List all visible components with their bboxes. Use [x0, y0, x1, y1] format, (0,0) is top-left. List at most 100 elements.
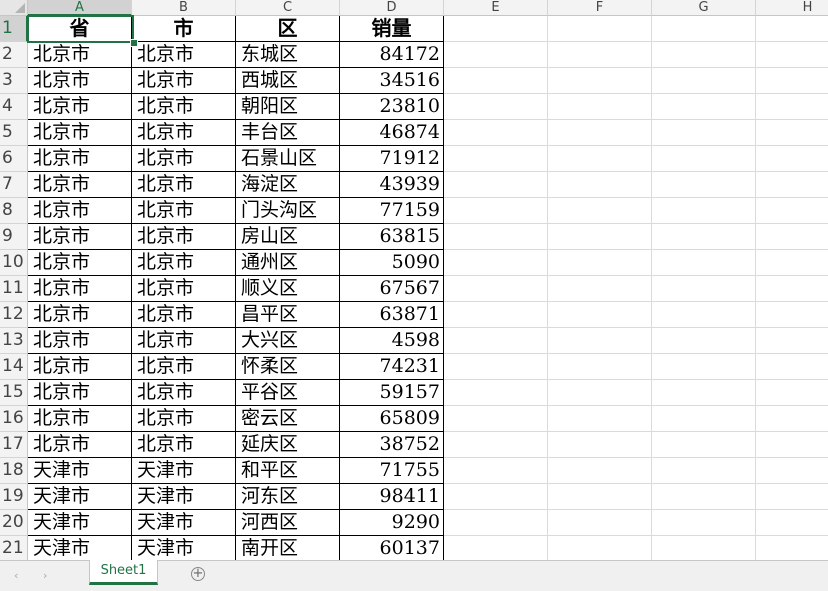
table-cell[interactable]	[756, 380, 828, 406]
table-cell[interactable]	[652, 406, 756, 432]
row-header[interactable]: 10	[0, 250, 28, 276]
row-header[interactable]: 20	[0, 510, 28, 536]
table-cell[interactable]: 北京市	[28, 94, 132, 120]
column-header-g[interactable]: G	[652, 0, 756, 16]
table-cell[interactable]: 密云区	[236, 406, 340, 432]
sheet-tab-sheet1[interactable]: Sheet1	[89, 560, 158, 585]
table-cell[interactable]	[652, 68, 756, 94]
table-cell[interactable]: 65809	[340, 406, 444, 432]
table-cell[interactable]: 天津市	[132, 536, 236, 560]
table-cell[interactable]: 84172	[340, 42, 444, 68]
table-cell[interactable]: 38752	[340, 432, 444, 458]
row-header[interactable]: 7	[0, 172, 28, 198]
table-cell[interactable]	[652, 432, 756, 458]
table-cell[interactable]: 北京市	[132, 68, 236, 94]
table-cell[interactable]	[756, 250, 828, 276]
table-cell[interactable]	[652, 94, 756, 120]
table-cell[interactable]	[548, 198, 652, 224]
table-cell[interactable]	[444, 224, 548, 250]
table-cell[interactable]	[756, 16, 828, 42]
table-cell[interactable]	[444, 458, 548, 484]
table-cell[interactable]	[652, 120, 756, 146]
table-cell[interactable]	[444, 68, 548, 94]
table-cell[interactable]	[756, 146, 828, 172]
table-cell[interactable]	[548, 172, 652, 198]
table-cell[interactable]	[444, 198, 548, 224]
table-cell[interactable]: 朝阳区	[236, 94, 340, 120]
table-cell[interactable]: 北京市	[28, 198, 132, 224]
table-cell[interactable]	[756, 172, 828, 198]
table-cell[interactable]	[652, 510, 756, 536]
table-cell[interactable]	[756, 354, 828, 380]
table-cell[interactable]	[548, 68, 652, 94]
table-cell[interactable]: 大兴区	[236, 328, 340, 354]
table-cell[interactable]: 63871	[340, 302, 444, 328]
table-cell[interactable]	[756, 68, 828, 94]
table-cell[interactable]: 东城区	[236, 42, 340, 68]
table-cell[interactable]	[444, 146, 548, 172]
table-cell[interactable]	[548, 328, 652, 354]
column-header-a[interactable]: A	[28, 0, 132, 16]
table-cell[interactable]: 71912	[340, 146, 444, 172]
table-cell[interactable]: 北京市	[132, 146, 236, 172]
table-cell[interactable]: 昌平区	[236, 302, 340, 328]
table-cell[interactable]	[548, 250, 652, 276]
table-cell[interactable]	[756, 432, 828, 458]
column-header-h[interactable]: H	[756, 0, 828, 16]
table-cell[interactable]	[444, 302, 548, 328]
table-cell[interactable]: 北京市	[28, 146, 132, 172]
table-cell[interactable]	[548, 146, 652, 172]
worksheet-grid[interactable]: A B C D E F G H 1 省市区销量 2 北京市 北京市 东城区 84172 3 北京市 北京市 西城区 3…	[0, 0, 828, 560]
table-cell[interactable]	[548, 120, 652, 146]
table-cell[interactable]: 北京市	[132, 250, 236, 276]
row-header[interactable]: 11	[0, 276, 28, 302]
table-cell[interactable]: 71755	[340, 458, 444, 484]
table-cell[interactable]	[444, 536, 548, 560]
table-cell[interactable]: 北京市	[28, 354, 132, 380]
table-cell[interactable]	[756, 328, 828, 354]
table-cell[interactable]	[444, 328, 548, 354]
table-cell[interactable]: 河东区	[236, 484, 340, 510]
table-cell[interactable]	[548, 276, 652, 302]
row-header[interactable]: 19	[0, 484, 28, 510]
row-header[interactable]: 1	[0, 16, 28, 42]
table-cell[interactable]	[756, 510, 828, 536]
row-header[interactable]: 4	[0, 94, 28, 120]
table-cell[interactable]: 77159	[340, 198, 444, 224]
table-cell[interactable]: 北京市	[28, 250, 132, 276]
table-cell[interactable]	[652, 198, 756, 224]
table-cell[interactable]: 北京市	[28, 68, 132, 94]
table-cell[interactable]: 北京市	[132, 354, 236, 380]
row-header[interactable]: 5	[0, 120, 28, 146]
table-cell[interactable]: 北京市	[132, 224, 236, 250]
table-cell[interactable]: 海淀区	[236, 172, 340, 198]
table-cell[interactable]: 西城区	[236, 68, 340, 94]
table-cell[interactable]: 63815	[340, 224, 444, 250]
table-cell[interactable]: 河西区	[236, 510, 340, 536]
table-cell[interactable]	[756, 224, 828, 250]
table-cell[interactable]	[444, 354, 548, 380]
table-cell[interactable]	[756, 42, 828, 68]
table-cell[interactable]	[652, 328, 756, 354]
table-cell[interactable]: 67567	[340, 276, 444, 302]
previous-sheet-icon[interactable]: ‹	[14, 569, 18, 582]
table-cell[interactable]: 天津市	[28, 484, 132, 510]
fill-handle[interactable]	[130, 39, 138, 47]
table-cell[interactable]	[444, 432, 548, 458]
table-cell[interactable]: 通州区	[236, 250, 340, 276]
table-cell[interactable]: 和平区	[236, 458, 340, 484]
table-cell[interactable]	[756, 276, 828, 302]
table-cell[interactable]	[756, 198, 828, 224]
table-cell[interactable]	[756, 484, 828, 510]
table-cell[interactable]: 怀柔区	[236, 354, 340, 380]
table-cell[interactable]: 丰台区	[236, 120, 340, 146]
header-cell[interactable]: 省	[28, 16, 132, 42]
header-cell[interactable]: 区	[236, 16, 340, 42]
table-cell[interactable]: 天津市	[28, 536, 132, 560]
column-header-f[interactable]: F	[548, 0, 652, 16]
table-cell[interactable]: 北京市	[132, 42, 236, 68]
column-header-b[interactable]: B	[132, 0, 236, 16]
table-cell[interactable]: 北京市	[28, 120, 132, 146]
table-cell[interactable]: 北京市	[132, 94, 236, 120]
table-cell[interactable]	[548, 380, 652, 406]
